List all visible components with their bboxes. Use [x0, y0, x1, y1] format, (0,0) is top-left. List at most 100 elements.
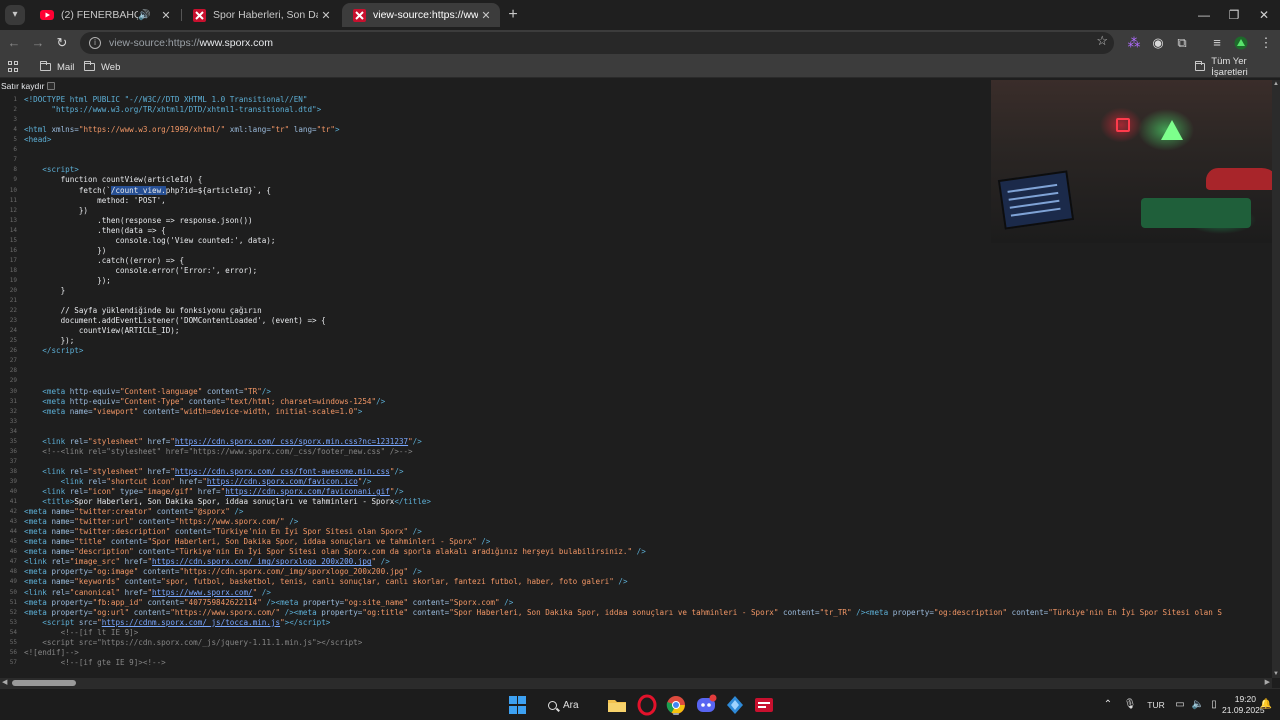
address-bar[interactable]: i view-source:https://www.sporx.com ☆ [80, 32, 1114, 54]
line-number[interactable]: 11 [0, 196, 17, 206]
line-number[interactable]: 33 [0, 417, 17, 427]
line-number[interactable]: 32 [0, 407, 17, 417]
discord-icon[interactable] [695, 694, 717, 716]
file-explorer-icon[interactable] [606, 694, 628, 716]
apps-grid-icon[interactable] [8, 61, 19, 72]
line-number[interactable]: 21 [0, 296, 17, 306]
line-number[interactable]: 56 [0, 648, 17, 658]
close-icon[interactable]: ✕ [318, 9, 334, 22]
settings-app-icon[interactable] [724, 694, 746, 716]
extension-icon[interactable]: ⁂ [1124, 33, 1144, 53]
tray-chevron-icon[interactable]: ⌃ [1100, 695, 1116, 715]
line-number[interactable]: 57 [0, 658, 17, 668]
line-number[interactable]: 13 [0, 216, 17, 226]
vertical-scrollbar[interactable]: ▲ ▼ [1272, 80, 1280, 678]
notification-bell-icon[interactable]: 🔔 [1258, 695, 1274, 715]
line-number[interactable]: 51 [0, 598, 17, 608]
tab-youtube[interactable]: (2) FENERBAHÇE'NİN BAŞKAN 🔊 ✕ [30, 3, 180, 27]
scroll-right-icon[interactable]: ▶ [1265, 678, 1270, 688]
line-number[interactable]: 25 [0, 336, 17, 346]
line-wrap-toggle[interactable]: Satır kaydır [0, 80, 56, 92]
line-number[interactable]: 45 [0, 537, 17, 547]
line-number[interactable]: 9 [0, 175, 17, 185]
line-number[interactable]: 6 [0, 145, 17, 155]
line-number[interactable]: 31 [0, 397, 17, 407]
info-icon[interactable]: i [89, 37, 101, 49]
back-button[interactable]: ← [4, 33, 24, 53]
scroll-down-icon[interactable]: ▼ [1272, 670, 1280, 678]
line-number[interactable]: 42 [0, 507, 17, 517]
line-number[interactable]: 17 [0, 256, 17, 266]
tab-search-button[interactable]: ▾ [5, 5, 25, 25]
bookmark-mail[interactable]: Mail [40, 60, 74, 74]
line-number[interactable]: 27 [0, 356, 17, 366]
line-number[interactable]: 26 [0, 346, 17, 356]
line-number[interactable]: 7 [0, 155, 17, 165]
line-number[interactable]: 35 [0, 437, 17, 447]
taskbar-search-button[interactable]: Ara [548, 695, 579, 715]
line-number[interactable]: 55 [0, 638, 17, 648]
horizontal-scrollbar[interactable]: ◀ ▶ [0, 678, 1272, 688]
line-number[interactable]: 28 [0, 366, 17, 376]
line-number[interactable]: 4 [0, 125, 17, 135]
line-number[interactable]: 12 [0, 206, 17, 216]
line-number[interactable]: 20 [0, 286, 17, 296]
media-app-icon[interactable] [753, 694, 775, 716]
language-indicator[interactable]: TUR [1143, 695, 1169, 715]
tab-view-source[interactable]: view-source:https://www.sporx ✕ [342, 3, 500, 27]
reading-list-icon[interactable]: ≡ [1207, 33, 1227, 53]
clock[interactable]: 19:20 21.09.2025 [1222, 694, 1265, 716]
line-number[interactable]: 40 [0, 487, 17, 497]
bookmark-star-icon[interactable]: ☆ [1096, 33, 1108, 49]
scroll-thumb[interactable] [12, 680, 76, 686]
line-number[interactable]: 8 [0, 165, 17, 175]
line-number[interactable]: 44 [0, 527, 17, 537]
line-number[interactable]: 48 [0, 567, 17, 577]
line-number[interactable]: 38 [0, 467, 17, 477]
line-number[interactable]: 49 [0, 577, 17, 587]
menu-kebab-icon[interactable]: ⋮ [1256, 33, 1276, 53]
line-number[interactable]: 36 [0, 447, 17, 457]
line-number[interactable]: 24 [0, 326, 17, 336]
line-wrap-checkbox[interactable] [47, 82, 56, 90]
line-number[interactable]: 5 [0, 135, 17, 145]
close-window-button[interactable]: ✕ [1254, 5, 1274, 25]
line-number[interactable]: 1 [0, 95, 17, 105]
line-number[interactable]: 53 [0, 618, 17, 628]
chrome-icon[interactable] [665, 694, 687, 716]
line-number[interactable]: 29 [0, 376, 17, 386]
line-number[interactable]: 54 [0, 628, 17, 638]
camera-extension-icon[interactable]: ◉ [1148, 33, 1168, 53]
line-number[interactable]: 19 [0, 276, 17, 286]
line-number[interactable]: 16 [0, 246, 17, 256]
puzzle-icon[interactable]: ⧉ [1172, 33, 1192, 53]
speaker-icon[interactable]: 🔊 [138, 10, 154, 21]
bookmark-web[interactable]: Web [84, 60, 120, 74]
line-number[interactable]: 43 [0, 517, 17, 527]
battery-icon[interactable]: ▯ [1206, 695, 1222, 715]
all-bookmarks-button[interactable]: Tüm Yer İşaretleri [1195, 56, 1280, 78]
scroll-left-icon[interactable]: ◀ [2, 678, 7, 688]
line-number[interactable]: 22 [0, 306, 17, 316]
close-icon[interactable]: ✕ [478, 9, 494, 22]
line-number[interactable]: 2 [0, 105, 17, 115]
line-number[interactable]: 50 [0, 588, 17, 598]
line-number[interactable]: 15 [0, 236, 17, 246]
line-number[interactable]: 23 [0, 316, 17, 326]
volume-icon[interactable]: 🔈 [1190, 695, 1206, 715]
line-number[interactable]: 10 [0, 186, 17, 196]
line-number[interactable]: 3 [0, 115, 17, 125]
microphone-icon[interactable]: 🎙 [1122, 695, 1138, 715]
forward-button[interactable]: → [28, 33, 48, 53]
line-number[interactable]: 30 [0, 387, 17, 397]
profile-icon[interactable] [1231, 33, 1251, 53]
reload-button[interactable]: ↻ [52, 33, 72, 53]
opera-icon[interactable] [636, 694, 658, 716]
line-number[interactable]: 18 [0, 266, 17, 276]
line-number[interactable]: 47 [0, 557, 17, 567]
line-number[interactable]: 41 [0, 497, 17, 507]
new-tab-button[interactable]: + [503, 5, 523, 25]
start-button[interactable] [507, 694, 529, 716]
scroll-up-icon[interactable]: ▲ [1272, 80, 1280, 88]
line-number[interactable]: 52 [0, 608, 17, 618]
